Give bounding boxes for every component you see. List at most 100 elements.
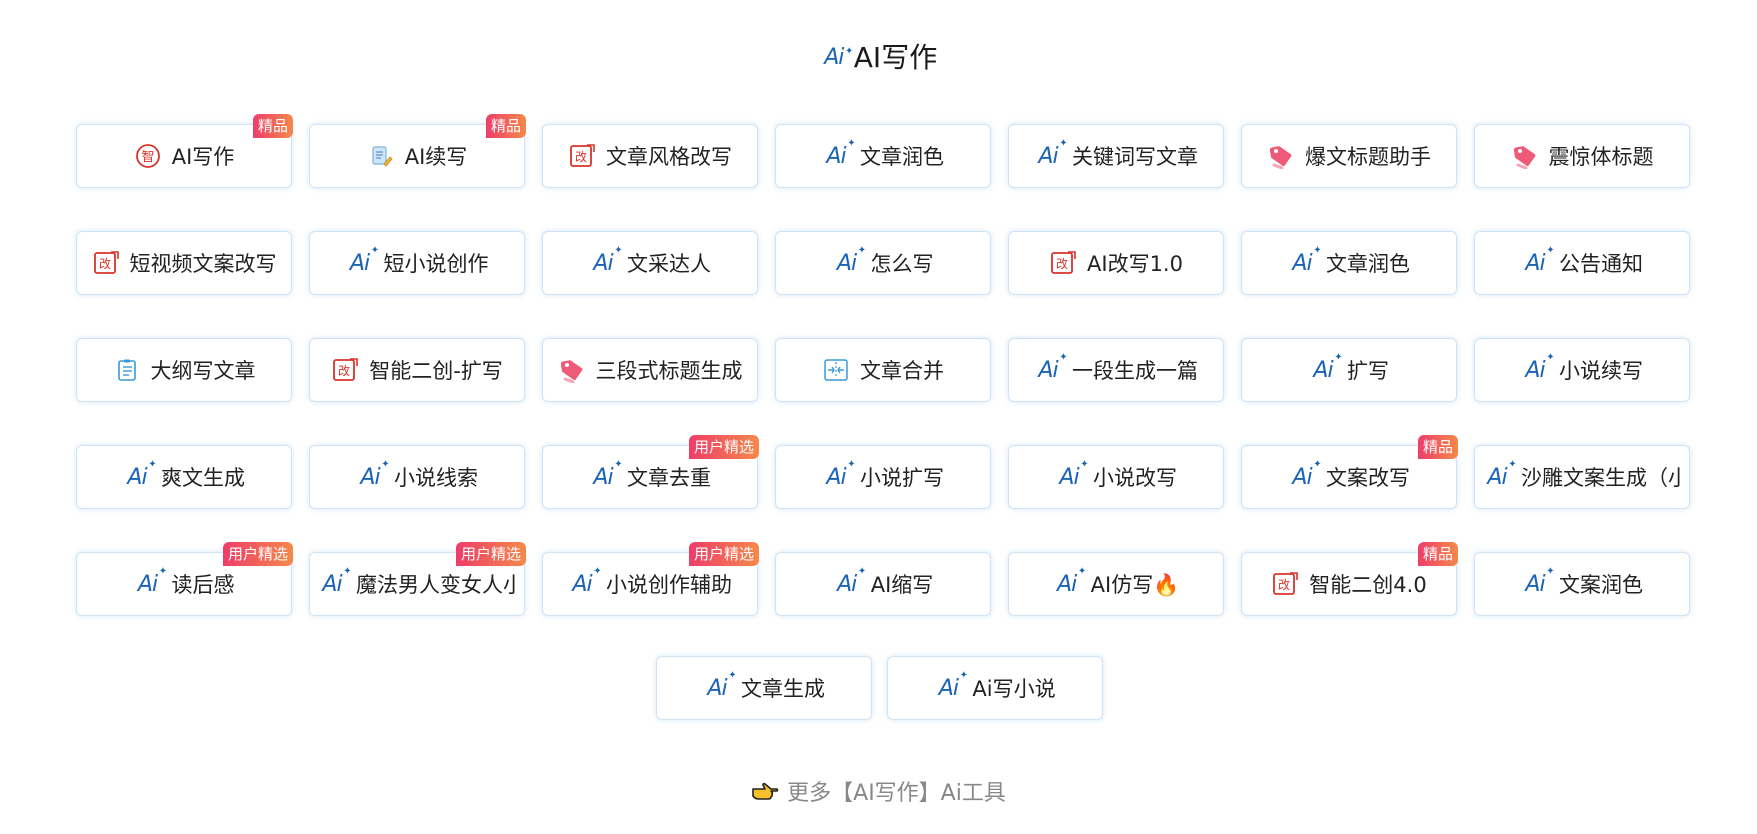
tool-card[interactable]: Ai一段生成一篇 <box>1008 338 1224 402</box>
tool-card-label: 小说扩写 <box>860 466 944 490</box>
ai-sparkle-icon: Ai <box>820 32 852 72</box>
tool-card-label: 爽文生成 <box>161 466 245 490</box>
tool-card-label: 沙雕文案生成（小 <box>1521 466 1681 490</box>
ai-sparkle-icon: Ai <box>568 566 600 598</box>
tool-card[interactable]: Ai读后感 用户精选 <box>76 542 293 616</box>
ai-sparkle-icon: Ai <box>1521 566 1553 598</box>
tool-card[interactable]: Ai文案润色 <box>1474 552 1690 616</box>
tool-card[interactable]: 改 智能二创4.0 精品 <box>1241 542 1458 616</box>
tool-card-label: 短视频文案改写 <box>129 252 277 276</box>
ai-sparkle-icon: Ai <box>1521 245 1553 277</box>
tool-card-label: 文章合并 <box>860 359 944 383</box>
tool-card-label: 小说线索 <box>394 466 478 490</box>
ai-sparkle-icon: Ai <box>1053 566 1085 598</box>
tool-card[interactable]: 爆文标题助手 <box>1241 124 1457 188</box>
tool-card-label: 短小说创作 <box>383 252 489 276</box>
tool-card[interactable]: Ai小说改写 <box>1008 445 1224 509</box>
tag-icon <box>558 356 586 384</box>
tool-card-label: 文案改写 <box>1326 466 1410 490</box>
user-pick-badge: 用户精选 <box>222 542 293 566</box>
tool-card[interactable]: Ai沙雕文案生成（小 <box>1474 445 1690 509</box>
tool-card[interactable]: Ai扩写 <box>1241 338 1457 402</box>
tool-card-label: AI写作 <box>171 145 235 169</box>
svg-text:改: 改 <box>1056 257 1068 271</box>
more-tools-label: 更多【AI写作】Ai工具 <box>787 781 1006 806</box>
tool-card-label: AI仿写🔥 <box>1090 573 1180 597</box>
tool-card-label: 一段生成一篇 <box>1072 359 1198 383</box>
user-pick-badge: 用户精选 <box>688 435 759 459</box>
ai-sparkle-icon: Ai <box>703 670 735 702</box>
tool-card[interactable]: 智 AI写作 精品 <box>76 114 293 188</box>
tool-card[interactable]: Ai文章去重 用户精选 <box>542 435 759 509</box>
ai-sparkle-icon: Ai <box>318 566 350 598</box>
tool-card[interactable]: Ai小说扩写 <box>775 445 991 509</box>
tool-card-label: 公告通知 <box>1559 252 1643 276</box>
tool-grid: 智AI写作精品AI续写精品改文章风格改写Ai文章润色Ai关键词写文章爆文标题助手… <box>76 114 1692 616</box>
gai-rewrite-icon: 改 <box>568 142 596 170</box>
ai-sparkle-icon: Ai <box>833 245 865 277</box>
tool-card[interactable]: Ai魔法男人变女人小 用户精选 <box>309 542 526 616</box>
ai-sparkle-icon: Ai <box>822 138 854 170</box>
svg-text:改: 改 <box>98 257 110 271</box>
tool-card[interactable]: AiAi写小说 <box>887 656 1103 720</box>
tool-card[interactable]: 改 文章风格改写 <box>542 124 758 188</box>
tool-card-label: 文章生成 <box>741 677 825 701</box>
tool-card[interactable]: Ai公告通知 <box>1474 231 1690 295</box>
tool-card[interactable]: Ai小说线索 <box>309 445 525 509</box>
ai-sparkle-icon: Ai <box>934 670 967 702</box>
tool-card[interactable]: Ai关键词写文章 <box>1008 124 1224 188</box>
section-header: Ai AI写作 <box>0 32 1757 78</box>
user-pick-badge: 用户精选 <box>688 542 759 566</box>
tool-card[interactable]: Ai小说创作辅助 用户精选 <box>542 542 759 616</box>
tool-card-label: 关键词写文章 <box>1072 145 1198 169</box>
tool-card-label: 大纲写文章 <box>150 359 256 383</box>
ai-sparkle-icon: Ai <box>134 566 166 598</box>
outline-list-icon <box>113 356 141 384</box>
tool-card[interactable]: 大纲写文章 <box>76 338 292 402</box>
tool-card-label: 小说创作辅助 <box>606 573 732 597</box>
ai-sparkle-icon: Ai <box>833 566 865 598</box>
premium-badge: 精品 <box>485 114 526 138</box>
tool-card[interactable]: Ai怎么写 <box>775 231 991 295</box>
ai-sparkle-icon: Ai <box>1309 352 1341 384</box>
tool-card-label: 文采达人 <box>627 252 711 276</box>
tool-card[interactable]: 三段式标题生成 <box>542 338 758 402</box>
gai-rewrite-icon: 改 <box>92 249 120 277</box>
ai-sparkle-icon: Ai <box>1034 352 1066 384</box>
more-tools-link[interactable]: 更多【AI写作】Ai工具 <box>0 775 1757 807</box>
tool-card[interactable]: Ai文采达人 <box>542 231 758 295</box>
tool-card[interactable]: 改 短视频文案改写 <box>76 231 292 295</box>
tool-card[interactable]: Ai文章生成 <box>656 656 872 720</box>
gai-rewrite-icon: 改 <box>1271 570 1299 598</box>
tool-card[interactable]: Ai文案改写精品 <box>1241 435 1458 509</box>
premium-badge: 精品 <box>1417 542 1458 566</box>
tool-card[interactable]: AiAI仿写🔥 <box>1008 552 1224 616</box>
tool-card-label: 爆文标题助手 <box>1305 145 1431 169</box>
tool-card-label: 读后感 <box>171 573 235 597</box>
user-pick-badge: 用户精选 <box>455 542 526 566</box>
gai-rewrite-icon: 改 <box>1049 249 1077 277</box>
tool-card[interactable]: 改 智能二创-扩写 <box>309 338 525 402</box>
ai-sparkle-icon: Ai <box>356 459 388 491</box>
premium-badge: 精品 <box>1417 435 1458 459</box>
tool-card-label: 三段式标题生成 <box>595 359 743 383</box>
gai-rewrite-icon: 改 <box>331 356 359 384</box>
tool-card[interactable]: Ai小说续写 <box>1474 338 1690 402</box>
tool-card[interactable]: Ai文章润色 <box>775 124 991 188</box>
tool-card[interactable]: Ai短小说创作 <box>309 231 525 295</box>
section-title: AI写作 <box>853 41 938 74</box>
ai-sparkle-icon: Ai <box>589 459 621 491</box>
tool-card[interactable]: Ai爽文生成 <box>76 445 292 509</box>
tool-card-label: AI续写 <box>404 145 468 169</box>
tool-card[interactable]: 文章合并 <box>775 338 991 402</box>
ai-sparkle-icon: Ai <box>589 245 621 277</box>
merge-icon <box>822 356 850 384</box>
tool-card[interactable]: AI续写 精品 <box>309 114 526 188</box>
tool-card-label: 震惊体标题 <box>1548 145 1654 169</box>
tool-card[interactable]: AiAI缩写 <box>775 552 991 616</box>
tool-card[interactable]: 震惊体标题 <box>1474 124 1690 188</box>
tool-card[interactable]: 改 AI改写1.0 <box>1008 231 1224 295</box>
pointing-hand-icon <box>751 777 779 805</box>
tool-card-label: 智能二创-扩写 <box>369 359 503 383</box>
tool-card[interactable]: Ai文章润色 <box>1241 231 1457 295</box>
